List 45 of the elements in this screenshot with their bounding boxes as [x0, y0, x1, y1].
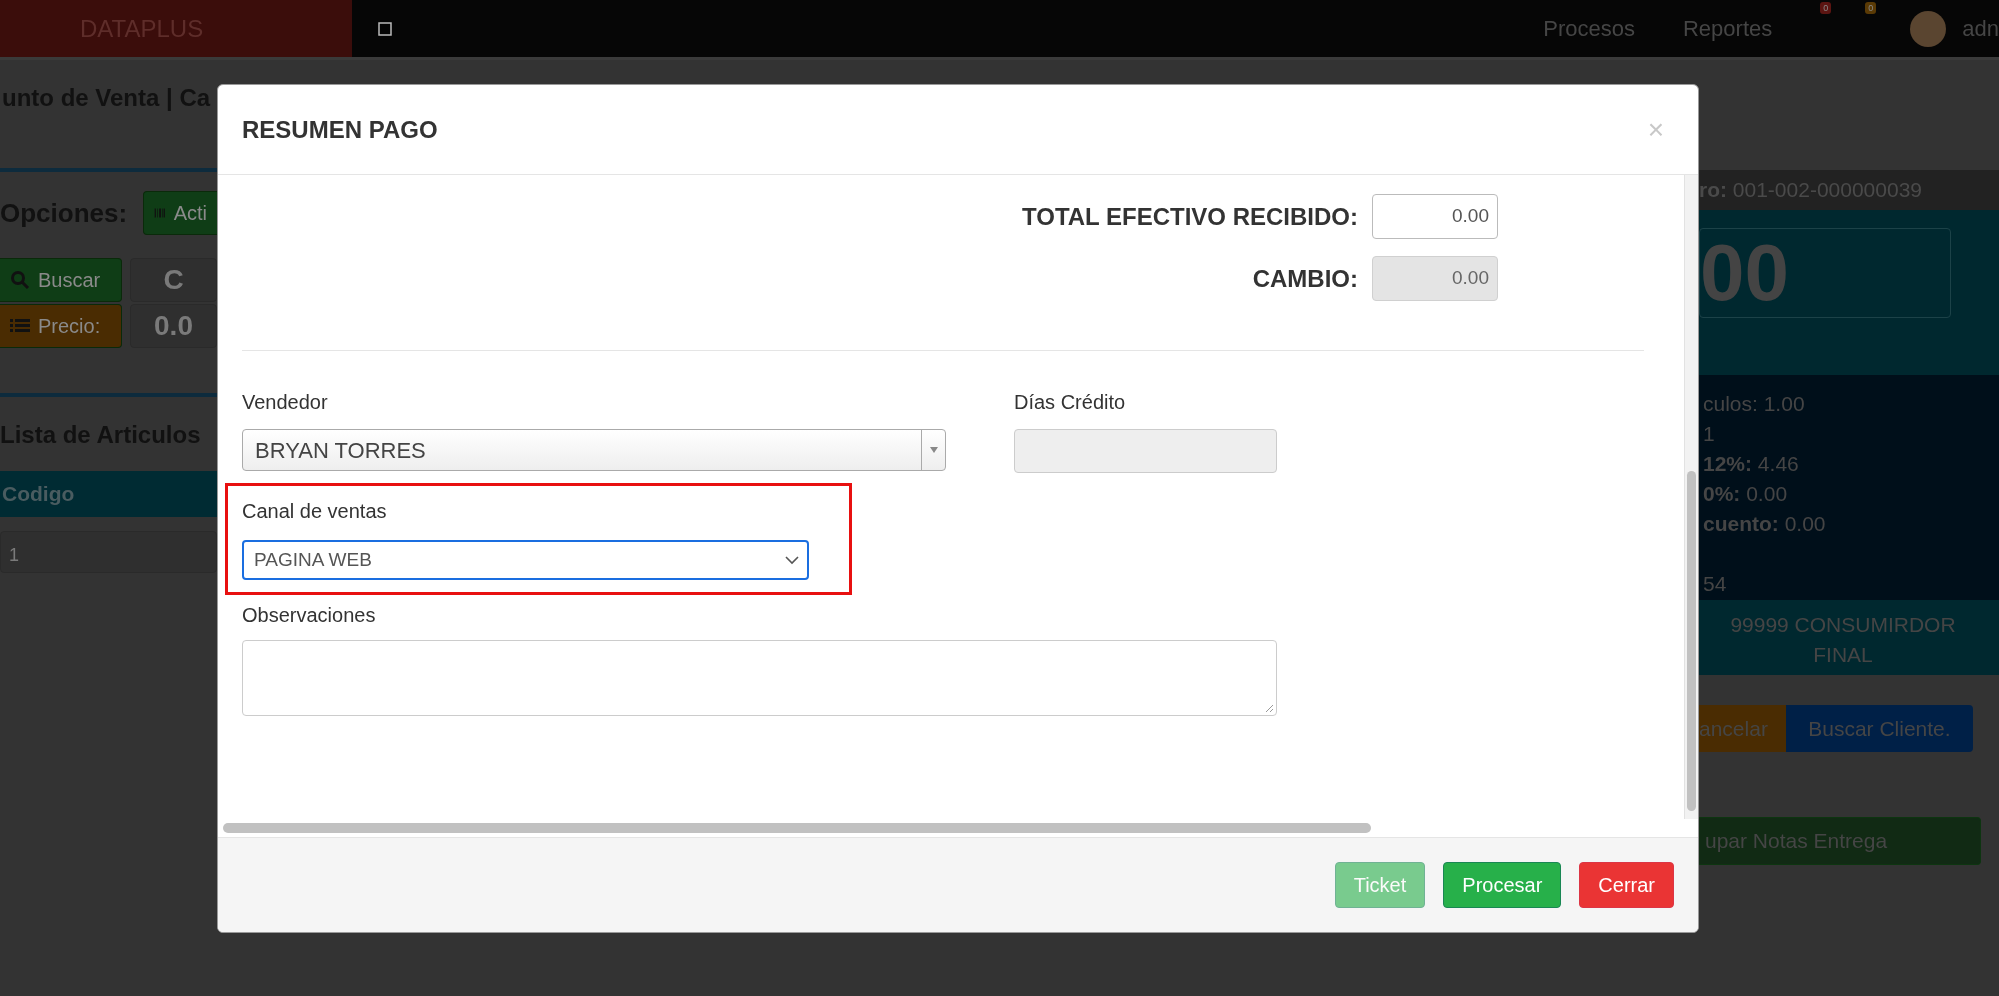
- menu-icon[interactable]: [378, 21, 392, 36]
- notification-badge[interactable]: 0: [1820, 2, 1832, 14]
- select-field[interactable]: PAGINA WEB: [242, 540, 809, 580]
- amount-field: 0.00: [1372, 256, 1498, 301]
- barcode-button[interactable]: Acti: [143, 191, 217, 235]
- summary-line: 12%: 4.46: [1702, 451, 1800, 477]
- search-button[interactable]: Buscar: [0, 258, 122, 302]
- field-label: Días Crédito: [1014, 390, 1127, 415]
- price-button[interactable]: Precio:: [0, 304, 122, 348]
- summary-line: 1: [1702, 421, 1716, 447]
- field-label: Vendedor: [242, 390, 329, 415]
- search-icon: [10, 270, 30, 290]
- total-display: 00: [1699, 228, 1951, 318]
- table-cell: 1: [0, 531, 217, 573]
- action-button[interactable]: Buscar Cliente.: [1785, 705, 1973, 752]
- nav-link[interactable]: Reportes: [1682, 12, 1773, 45]
- field-label: Observaciones: [242, 603, 377, 628]
- horizontal-scrollbar[interactable]: [223, 823, 1371, 833]
- footer-button[interactable]: Cerrar: [1579, 862, 1674, 908]
- close-button[interactable]: ×: [1637, 115, 1674, 144]
- avatar[interactable]: [1910, 10, 1947, 47]
- list-icon: [10, 317, 30, 335]
- footer-button[interactable]: Procesar: [1443, 862, 1562, 908]
- field-label: TOTAL EFECTIVO RECIBIDO:: [1022, 201, 1358, 232]
- vertical-scrollbar[interactable]: [1684, 175, 1698, 819]
- nav-link[interactable]: Procesos: [1543, 12, 1635, 45]
- notification-badge[interactable]: 0: [1865, 2, 1877, 14]
- field-label: Canal de ventas: [242, 499, 388, 524]
- field-label: CAMBIO:: [1252, 263, 1358, 294]
- caret-icon: [928, 446, 939, 454]
- modal-title: RESUMEN PAGO: [242, 114, 438, 145]
- client-name: 99999 CONSUMIRDOR FINAL: [1699, 600, 1999, 675]
- user-name[interactable]: adn: [1962, 12, 1999, 45]
- notes-field[interactable]: [242, 640, 1277, 716]
- summary-line: cuento: 0.00: [1702, 511, 1827, 537]
- summary-line: 0%: 0.00: [1702, 481, 1789, 507]
- input-field[interactable]: C: [130, 258, 217, 302]
- summary-line: culos: 1.00: [1702, 391, 1806, 417]
- summary-line: 54: [1702, 571, 1728, 597]
- column-header: Codigo: [1, 481, 75, 508]
- amount-field[interactable]: 0.00: [1372, 194, 1498, 239]
- input-field[interactable]: 0.0: [130, 304, 217, 348]
- select-field[interactable]: BRYAN TORRES: [242, 429, 946, 471]
- resize-grip-icon: [1265, 704, 1274, 713]
- chevron-icon: [785, 555, 799, 565]
